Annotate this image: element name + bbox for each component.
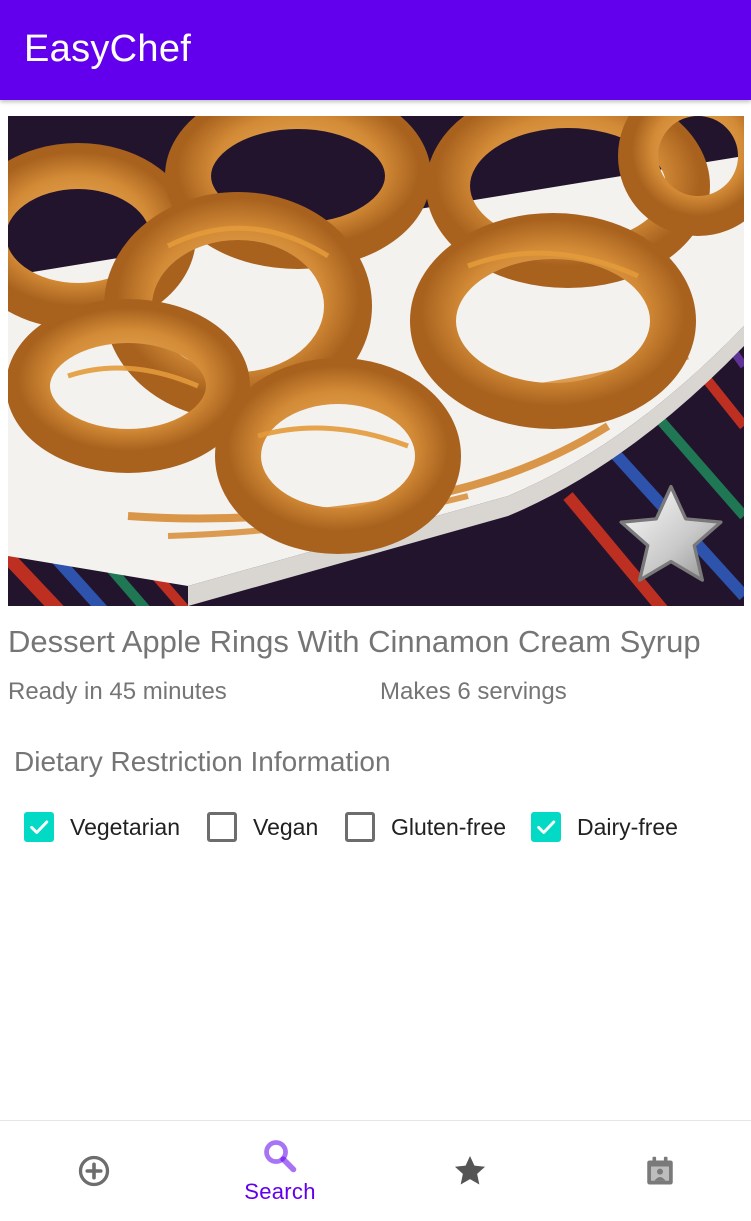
checkbox-box xyxy=(207,812,237,842)
recipe-image xyxy=(8,116,744,606)
nav-label-search: Search xyxy=(244,1179,316,1204)
dietary-heading: Dietary Restriction Information xyxy=(14,746,391,777)
checkbox-box xyxy=(24,812,54,842)
app-bar: EasyChef xyxy=(0,0,751,100)
checkbox-gluten-free[interactable]: Gluten-free xyxy=(345,808,506,846)
nav-item-search[interactable]: Search xyxy=(186,1121,374,1221)
checkbox-label-gluten-free: Gluten-free xyxy=(391,813,507,840)
app-title: EasyChef xyxy=(24,28,192,70)
search-icon xyxy=(264,1140,297,1173)
bottom-navigation: Search xyxy=(0,1120,751,1221)
checkbox-label-vegetarian: Vegetarian xyxy=(70,813,180,840)
checkbox-vegetarian[interactable]: Vegetarian xyxy=(24,808,180,846)
checkbox-vegan[interactable]: Vegan xyxy=(207,808,318,846)
checkbox-label-dairy-free: Dairy-free xyxy=(577,813,678,840)
star-icon xyxy=(454,1155,486,1185)
servings: Makes 6 servings xyxy=(380,678,567,705)
add-circle-icon xyxy=(78,1155,110,1187)
nav-item-add[interactable] xyxy=(0,1121,188,1221)
nav-item-favorites[interactable] xyxy=(376,1121,564,1221)
recipe-title: Dessert Apple Rings With Cinnamon Cream … xyxy=(8,624,701,659)
checkbox-box xyxy=(345,812,375,842)
checkbox-label-vegan: Vegan xyxy=(253,813,319,840)
favorite-star-icon[interactable] xyxy=(614,478,728,592)
checkbox-dairy-free[interactable]: Dairy-free xyxy=(531,808,678,846)
checkbox-box xyxy=(531,812,561,842)
calendar-icon xyxy=(647,1156,673,1185)
nav-item-planner[interactable] xyxy=(566,1121,751,1221)
ready-time: Ready in 45 minutes xyxy=(8,678,227,705)
